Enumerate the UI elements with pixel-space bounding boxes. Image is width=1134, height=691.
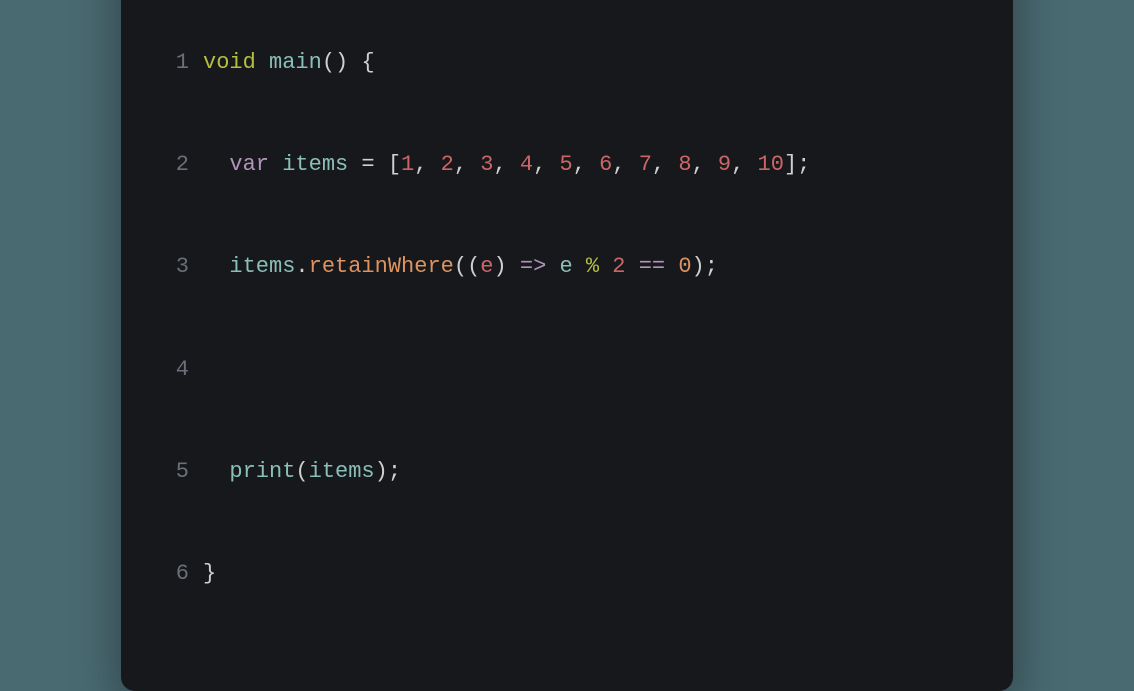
close-paren: ) xyxy=(493,254,506,279)
code-line: 3 items.retainWhere((e) => e % 2 == 0); xyxy=(153,250,981,284)
keyword-void: void xyxy=(203,50,256,75)
open-paren: ( xyxy=(467,254,480,279)
comma: , xyxy=(692,152,718,177)
method-call: retainWhere xyxy=(309,254,454,279)
open-paren: ( xyxy=(322,50,335,75)
code-line: 6 } xyxy=(153,557,981,591)
code-content: var items = [1, 2, 3, 4, 5, 6, 7, 8, 9, … xyxy=(203,148,810,182)
close-brace: } xyxy=(203,561,216,586)
open-paren: ( xyxy=(454,254,467,279)
code-content: } xyxy=(203,557,216,591)
code-line: 1 void main() { xyxy=(153,46,981,80)
line-number: 6 xyxy=(153,557,189,591)
number-literal: 0 xyxy=(678,254,691,279)
indent xyxy=(203,254,229,279)
code-line: 5 print(items); xyxy=(153,455,981,489)
identifier: items xyxy=(282,152,348,177)
semicolon: ; xyxy=(705,254,718,279)
dot: . xyxy=(295,254,308,279)
function-print: print xyxy=(229,459,295,484)
code-line: 4 xyxy=(153,353,981,387)
number-literal: 3 xyxy=(480,152,493,177)
code-window: 1 void main() { 2 var items = [1, 2, 3, … xyxy=(121,0,1013,691)
code-content: items.retainWhere((e) => e % 2 == 0); xyxy=(203,250,718,284)
identifier: e xyxy=(559,254,572,279)
indent xyxy=(203,459,229,484)
indent xyxy=(203,152,229,177)
keyword-var: var xyxy=(229,152,269,177)
number-literal: 1 xyxy=(401,152,414,177)
code-line: 2 var items = [1, 2, 3, 4, 5, 6, 7, 8, 9… xyxy=(153,148,981,182)
number-literal: 6 xyxy=(599,152,612,177)
close-paren: ) xyxy=(692,254,705,279)
line-number: 5 xyxy=(153,455,189,489)
number-literal: 4 xyxy=(520,152,533,177)
arrow-operator: => xyxy=(507,254,560,279)
function-name: main xyxy=(269,50,322,75)
close-paren: ) xyxy=(335,50,348,75)
open-brace: { xyxy=(361,50,374,75)
close-paren: ) xyxy=(375,459,388,484)
parameter: e xyxy=(480,254,493,279)
number-literal: 8 xyxy=(678,152,691,177)
line-number: 1 xyxy=(153,46,189,80)
identifier: items xyxy=(229,254,295,279)
comma: , xyxy=(454,152,480,177)
close-bracket: ] xyxy=(784,152,797,177)
comma: , xyxy=(573,152,599,177)
code-block: 1 void main() { 2 var items = [1, 2, 3, … xyxy=(153,0,981,659)
operator-assign: = xyxy=(348,152,388,177)
open-bracket: [ xyxy=(388,152,401,177)
number-literal: 2 xyxy=(612,254,625,279)
line-number: 2 xyxy=(153,148,189,182)
number-literal: 10 xyxy=(758,152,784,177)
modulo-operator: % xyxy=(573,254,613,279)
code-content: print(items); xyxy=(203,455,401,489)
number-literal: 5 xyxy=(559,152,572,177)
line-number: 4 xyxy=(153,353,189,387)
number-literal: 2 xyxy=(441,152,454,177)
open-paren: ( xyxy=(295,459,308,484)
comma: , xyxy=(414,152,440,177)
number-literal: 7 xyxy=(639,152,652,177)
number-literal: 9 xyxy=(718,152,731,177)
line-number: 3 xyxy=(153,250,189,284)
comma: , xyxy=(533,152,559,177)
comma: , xyxy=(652,152,678,177)
identifier: items xyxy=(309,459,375,484)
comma: , xyxy=(731,152,757,177)
semicolon: ; xyxy=(388,459,401,484)
equality-operator: == xyxy=(626,254,679,279)
semicolon: ; xyxy=(797,152,810,177)
comma: , xyxy=(493,152,519,177)
comma: , xyxy=(612,152,638,177)
code-content: void main() { xyxy=(203,46,375,80)
